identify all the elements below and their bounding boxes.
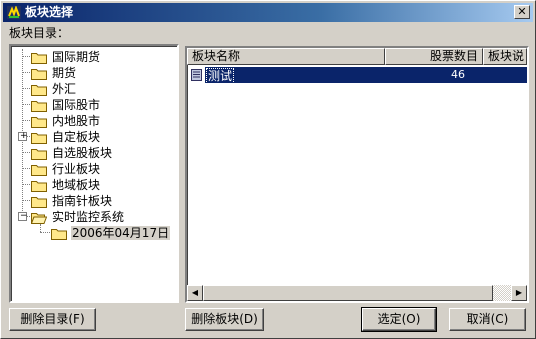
folder-icon [31, 85, 47, 96]
folder-icon [31, 133, 47, 144]
arrow-right-icon: ▶ [515, 288, 523, 297]
row-name: 测试 [206, 68, 235, 84]
column-header-count[interactable]: 股票数目 [385, 48, 483, 65]
open-folder-icon [31, 213, 47, 224]
scroll-thumb[interactable] [203, 285, 493, 301]
tree-item-label: 地域板块 [52, 178, 101, 192]
directory-tree[interactable]: 国际期货 期货 外汇 国际股市 内地股市 + 自定板块 自选股板块 行业板块 地… [9, 44, 179, 303]
folder-icon [31, 53, 47, 64]
tree-item-label: 指南针板块 [52, 194, 113, 208]
ok-button[interactable]: 选定(O) [361, 307, 437, 332]
tree-item-label: 国际期货 [52, 50, 101, 64]
tree-label: 板块目录： [9, 26, 70, 40]
tree-item-label: 外汇 [52, 82, 77, 96]
folder-icon [31, 69, 47, 80]
folder-icon [31, 117, 47, 128]
scroll-right-button[interactable]: ▶ [511, 285, 527, 301]
tree-item-label: 自选股板块 [52, 146, 113, 160]
column-header-name[interactable]: 板块名称 [187, 48, 385, 65]
window-title: 板块选择 [25, 5, 74, 19]
row-count: 46 [451, 68, 465, 81]
plus-icon: + [20, 131, 28, 141]
folder-icon [31, 197, 47, 208]
tree-item-label: 2006年04月17日 [71, 226, 171, 240]
title-bar[interactable]: 板块选择 ✕ [3, 3, 533, 22]
tree-item-label: 实时监控系统 [52, 210, 125, 224]
list-item-icon [191, 69, 202, 81]
close-button[interactable]: ✕ [514, 5, 530, 19]
folder-icon [31, 149, 47, 160]
delete-block-button[interactable]: 删除板块(D) [185, 308, 264, 331]
folder-icon [31, 101, 47, 112]
app-icon [7, 6, 21, 19]
arrow-left-icon: ◀ [191, 288, 199, 297]
block-select-dialog: 板块选择 ✕ 板块目录： 国际期货 期货 外汇 国际股市 内地股市 + 自定板块… [0, 0, 536, 339]
expand-toggle[interactable]: + [18, 131, 28, 141]
horizontal-scrollbar[interactable]: ◀ ▶ [187, 285, 527, 301]
tree-item-label: 期货 [52, 66, 77, 80]
scroll-left-button[interactable]: ◀ [187, 285, 203, 301]
collapse-toggle[interactable]: − [18, 211, 28, 221]
close-icon: ✕ [517, 5, 527, 18]
tree-item-label: 自定板块 [52, 130, 101, 144]
block-list[interactable]: 板块名称 股票数目 板块说 测试 46 ◀ ▶ [185, 46, 529, 303]
minus-icon: − [20, 211, 28, 221]
cancel-button[interactable]: 取消(C) [449, 308, 526, 331]
row-selection [205, 67, 527, 83]
tree-item-label: 国际股市 [52, 98, 101, 112]
delete-directory-button[interactable]: 删除目录(F) [9, 308, 96, 331]
table-row[interactable]: 测试 46 [189, 67, 527, 84]
folder-icon [31, 181, 47, 192]
column-header-desc[interactable]: 板块说 [483, 48, 527, 65]
folder-icon [31, 165, 47, 176]
tree-item-label: 内地股市 [52, 114, 101, 128]
folder-icon [51, 229, 67, 240]
tree-item-label: 行业板块 [52, 162, 101, 176]
